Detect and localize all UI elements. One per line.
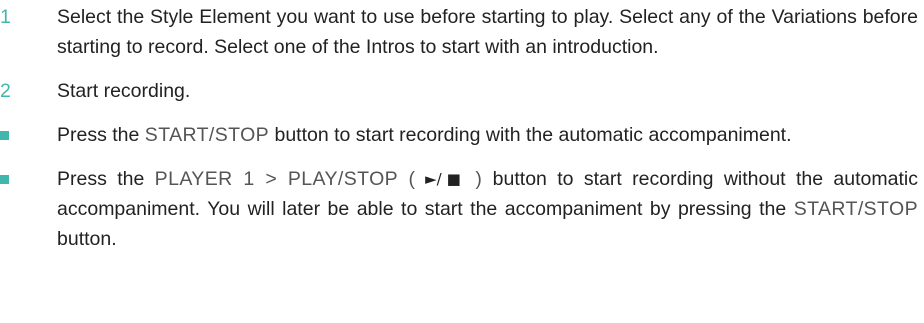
square-bullet-icon (0, 131, 9, 140)
step-1: 1 Select the Style Element you want to u… (0, 2, 924, 62)
play-stop-icon: ►/■ (415, 170, 476, 188)
button-name-start-stop: START/STOP (144, 124, 270, 146)
step-number: 2 (0, 80, 11, 102)
bullet-text-post: button to start recording with the autom… (269, 124, 792, 146)
step-text: Select the Style Element you want to use… (57, 6, 918, 58)
manual-page: 1 Select the Style Element you want to u… (0, 0, 924, 323)
bullet-text-pre: Press the (57, 124, 145, 146)
square-bullet-icon (0, 175, 9, 184)
step-2: 2 Start recording. (0, 76, 924, 106)
button-name-start-stop: START/STOP (793, 198, 918, 220)
bullet-item-start-stop: Press the START/STOP button to start rec… (0, 120, 924, 150)
step-number: 1 (0, 6, 11, 28)
step-text: Start recording. (57, 80, 191, 102)
button-name-player-play-stop: PLAYER 1 > PLAY/STOP ( (154, 168, 416, 190)
bullet-text-post: button. (57, 228, 117, 250)
bullet-item-player-play-stop: Press the PLAYER 1 > PLAY/STOP ( ►/■ ) b… (0, 164, 924, 254)
bullet-text-pre: Press the (57, 168, 155, 190)
